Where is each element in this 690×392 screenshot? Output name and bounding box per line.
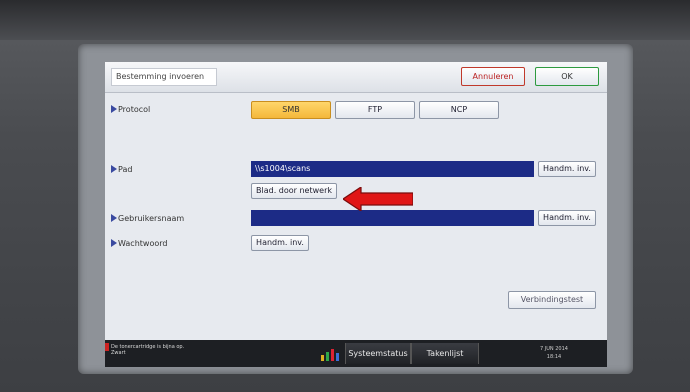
dialog-title: Bestemming invoeren: [111, 68, 217, 86]
path-field[interactable]: \\s1004\scans: [251, 161, 534, 177]
password-label: Wachtwoord: [111, 239, 167, 249]
protocol-ncp-button[interactable]: NCP: [419, 101, 499, 119]
triangle-marker-icon: [111, 105, 117, 113]
path-label: Pad: [111, 165, 132, 175]
toner-message: De tonercartridge is bijna op. Zwart: [111, 344, 185, 356]
system-status-button[interactable]: Systeemstatus: [345, 343, 411, 364]
date-time: 7 JUN 2014 18:14: [540, 346, 568, 360]
system-indicator-icon: [321, 349, 341, 361]
annotation-arrow-icon: [343, 187, 413, 211]
ok-button[interactable]: OK: [535, 67, 599, 86]
triangle-marker-icon: [111, 165, 117, 173]
username-manual-input-button[interactable]: Handm. inv.: [538, 210, 596, 226]
toner-warning-icon: [105, 343, 109, 351]
cancel-button[interactable]: Annuleren: [461, 67, 525, 86]
protocol-label: Protocol: [111, 105, 150, 115]
connection-test-button[interactable]: Verbindingstest: [508, 291, 596, 309]
password-manual-input-button[interactable]: Handm. inv.: [251, 235, 309, 251]
job-list-button[interactable]: Takenlijst: [411, 343, 479, 364]
device-top-edge: [0, 0, 690, 40]
touch-screen: Bestemming invoeren Annuleren OK Protoco…: [105, 62, 607, 367]
protocol-smb-button[interactable]: SMB: [251, 101, 331, 119]
status-bar: De tonercartridge is bijna op. Zwart Sys…: [105, 340, 607, 367]
triangle-marker-icon: [111, 239, 117, 247]
browse-network-button[interactable]: Blad. door netwerk: [251, 183, 337, 199]
triangle-marker-icon: [111, 214, 117, 222]
username-label: Gebruikersnaam: [111, 214, 184, 224]
path-manual-input-button[interactable]: Handm. inv.: [538, 161, 596, 177]
protocol-ftp-button[interactable]: FTP: [335, 101, 415, 119]
dialog-header: Bestemming invoeren Annuleren OK: [105, 62, 607, 93]
username-field[interactable]: [251, 210, 534, 226]
